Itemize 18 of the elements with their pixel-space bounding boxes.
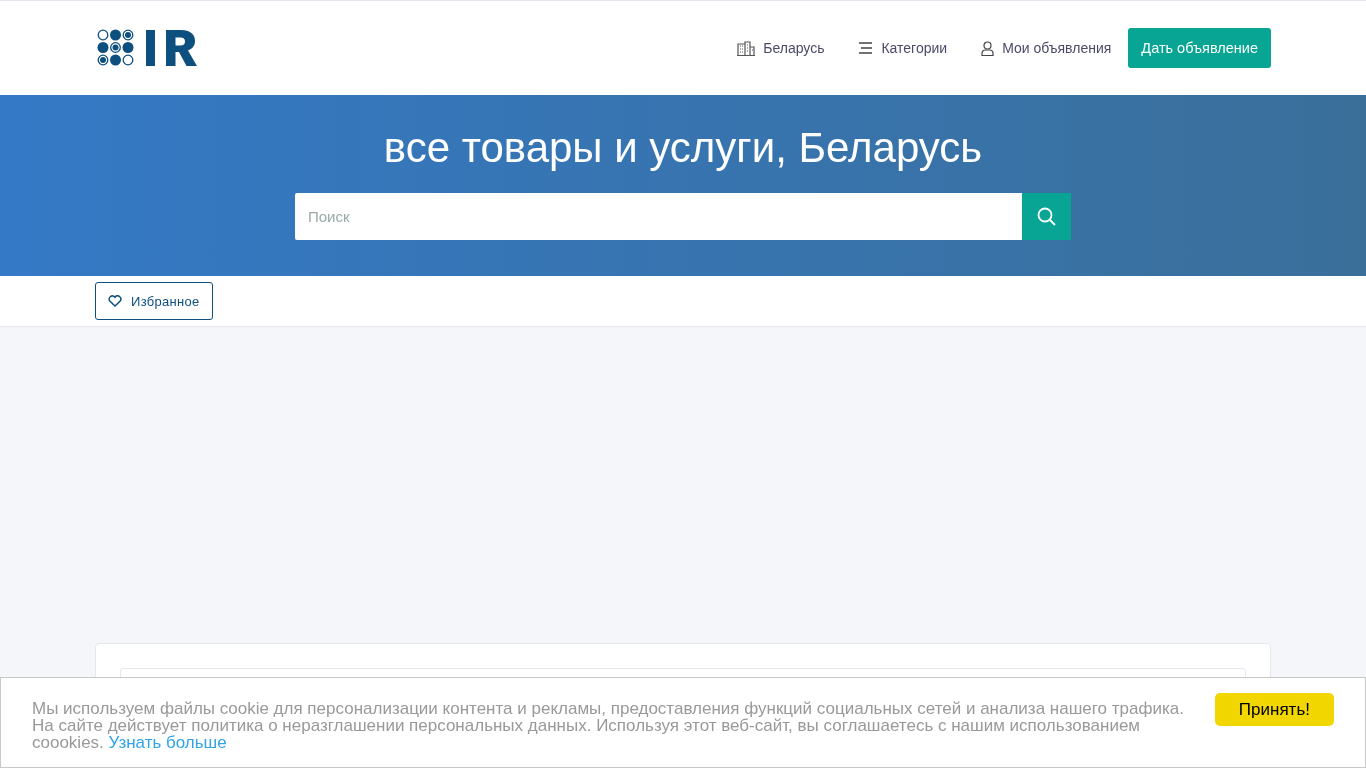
heart-icon	[108, 295, 122, 307]
user-icon	[981, 40, 995, 56]
favorites-button[interactable]: Избранное	[95, 282, 213, 320]
nav-link[interactable]: Категории	[841, 40, 965, 56]
nav-label: Категории	[881, 40, 948, 56]
menu-icon	[858, 42, 874, 54]
accept-button[interactable]: Принять!	[1214, 693, 1334, 726]
nav-label: Беларусь	[763, 40, 825, 56]
search-button[interactable]	[1022, 193, 1071, 240]
search-field[interactable]: Поиск	[295, 193, 1022, 240]
logo-icon[interactable]	[97, 29, 199, 67]
nav-link[interactable]: Беларусь	[720, 40, 842, 56]
hero-title: все товары и услуги, Беларусь	[383, 123, 983, 173]
buildings-icon	[737, 40, 756, 56]
cookie-text: Мы используем файлы cookie для персонализации контента и рекламы, предоставления функций социальных сетей и анализа нашего трафика. На сайте действует политика о неразглашении персональных данных. Используя этот веб-сайт, вы соглашаетесь с нашим использованием coookies. Узнать больше	[32, 700, 1185, 751]
nav-label: Мои объявления	[1002, 40, 1112, 56]
search-icon	[1037, 207, 1056, 226]
nav-link[interactable]: Мои объявления	[964, 40, 1129, 56]
